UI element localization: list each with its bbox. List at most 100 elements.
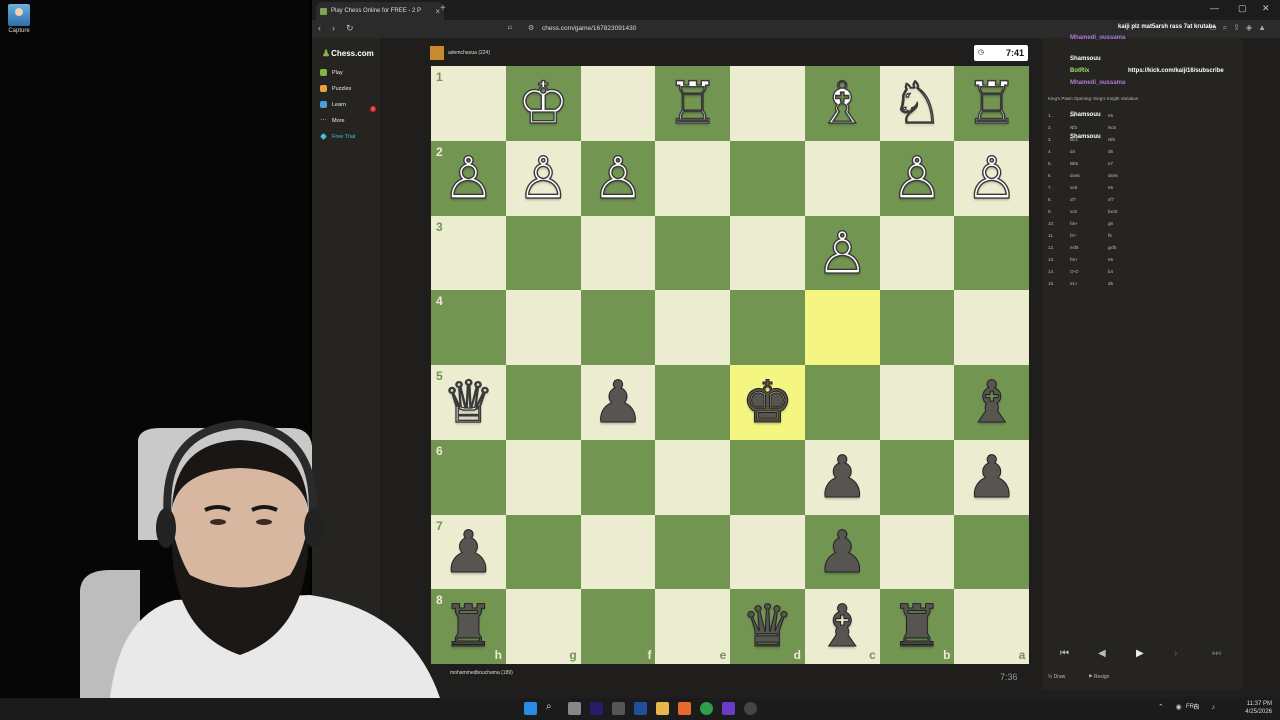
board-square[interactable]: [730, 215, 805, 291]
white-move[interactable]: h5+: [1070, 257, 1078, 262]
board-square[interactable]: [655, 365, 731, 440]
reload-icon[interactable]: ↻: [346, 23, 354, 34]
black-move[interactable]: d5: [1108, 281, 1113, 286]
black-move[interactable]: gxf5: [1108, 245, 1117, 250]
white-move[interactable]: e4: [1070, 113, 1075, 118]
task-view-icon[interactable]: [568, 702, 581, 715]
black-move[interactable]: d5: [1108, 149, 1113, 154]
white-move[interactable]: Bc4: [1070, 137, 1078, 142]
windows-start-icon[interactable]: [524, 702, 537, 715]
top-player-avatar[interactable]: [430, 46, 444, 60]
white-piece[interactable]: ♖: [655, 66, 730, 141]
black-move[interactable]: e6: [1108, 185, 1113, 190]
board-square[interactable]: [655, 140, 731, 216]
board-square[interactable]: [879, 365, 955, 440]
board-square[interactable]: [804, 140, 880, 216]
search-icon[interactable]: ⌕: [546, 701, 559, 714]
white-move[interactable]: xf7: [1070, 197, 1076, 202]
board-square[interactable]: [580, 215, 656, 291]
black-move[interactable]: f5: [1108, 233, 1112, 238]
premiere-icon[interactable]: [590, 702, 603, 715]
board-square[interactable]: [505, 365, 581, 440]
board-square[interactable]: [655, 439, 731, 515]
board-square[interactable]: [505, 215, 581, 291]
board-square[interactable]: [879, 290, 955, 366]
board-square[interactable]: [580, 439, 656, 515]
white-piece[interactable]: ♙: [581, 141, 656, 216]
board-square[interactable]: [580, 66, 656, 141]
black-move[interactable]: b4: [1108, 269, 1113, 274]
black-piece[interactable]: ♛: [730, 589, 805, 664]
white-move[interactable]: e1+: [1070, 281, 1078, 286]
resign-button[interactable]: ⚑ Resign: [1088, 674, 1109, 680]
sidebar-item-play[interactable]: Play: [320, 69, 343, 76]
board-square[interactable]: g: [505, 589, 581, 665]
language-indicator[interactable]: FRA: [1186, 703, 1198, 711]
discord-icon[interactable]: [722, 702, 735, 715]
previous-move-icon[interactable]: ◀: [1098, 648, 1106, 659]
back-icon[interactable]: ‹: [318, 23, 321, 33]
board-square[interactable]: [580, 514, 656, 590]
board-square[interactable]: [730, 514, 805, 590]
white-piece[interactable]: ♙: [805, 216, 880, 291]
black-move[interactable]: Nc6: [1108, 125, 1116, 130]
new-tab-icon[interactable]: +: [440, 3, 446, 14]
board-square[interactable]: [580, 290, 656, 366]
sidebar-item-free-trial[interactable]: Free Trial: [320, 133, 355, 140]
forward-move-icon[interactable]: ›: [1174, 648, 1177, 659]
black-piece[interactable]: ♟: [805, 515, 880, 590]
white-move[interactable]: xe5: [1070, 185, 1077, 190]
next-move-icon[interactable]: ▶: [1136, 648, 1144, 659]
black-piece[interactable]: ♚: [730, 365, 805, 440]
white-piece[interactable]: ♖: [954, 66, 1029, 141]
draw-button[interactable]: ½ Draw: [1048, 674, 1065, 680]
board-square[interactable]: [954, 290, 1030, 366]
black-move[interactable]: e5: [1108, 113, 1113, 118]
board-square[interactable]: [879, 439, 955, 515]
chess-board[interactable]: 1 2 3 4 5 6 7 8 h g f e d c b a ♔ ♖ ♗ ♘ ♖ ♙ ♙ ♙ ♙ ♙ ♙ ♕ ♟ ♚ ♝ ♟ ♟ ♟ ♟ ♜ ♛ ♝ ♜: [431, 66, 1030, 665]
board-square[interactable]: f: [580, 589, 656, 665]
board-square[interactable]: [730, 290, 805, 366]
top-player-name[interactable]: ademchaoua: [448, 50, 477, 56]
board-square[interactable]: [804, 365, 880, 440]
board-square[interactable]: [879, 514, 955, 590]
white-move[interactable]: dxe5: [1070, 173, 1080, 178]
board-square[interactable]: a: [954, 589, 1030, 665]
last-move-icon[interactable]: ⏭: [1212, 648, 1221, 659]
white-piece[interactable]: ♙: [954, 141, 1029, 216]
close-window-icon[interactable]: ✕: [1262, 3, 1270, 14]
bookmark-icon[interactable]: ⌑: [508, 24, 512, 32]
system-clock[interactable]: FRA 11:37 PM 4/25/2026: [1186, 700, 1272, 716]
white-move[interactable]: xc6: [1070, 209, 1077, 214]
black-piece[interactable]: ♟: [954, 440, 1029, 515]
obs-icon[interactable]: [744, 702, 757, 715]
extension-icons[interactable]: ▭⌕⇪◈▲: [1209, 23, 1272, 33]
sidebar-item-more[interactable]: ⋯ More: [320, 117, 345, 124]
black-move[interactable]: xf7: [1108, 197, 1114, 202]
black-move[interactable]: bxc6: [1108, 209, 1118, 214]
white-piece[interactable]: ♔: [506, 66, 581, 141]
board-square[interactable]: [655, 514, 731, 590]
white-piece[interactable]: ♙: [506, 141, 581, 216]
bottom-player-name[interactable]: mohammedbouchama: [450, 670, 500, 676]
white-move[interactable]: O-O: [1070, 269, 1079, 274]
white-move[interactable]: Nf3: [1070, 125, 1077, 130]
board-square[interactable]: e: [655, 589, 731, 665]
sidebar-item-learn[interactable]: Learn: [320, 101, 346, 108]
app-icon[interactable]: [612, 702, 625, 715]
black-move[interactable]: e6: [1108, 257, 1113, 262]
white-piece[interactable]: ♙: [431, 141, 506, 216]
white-piece[interactable]: ♗: [805, 66, 880, 141]
sidebar-item-puzzles[interactable]: Puzzles: [320, 85, 351, 92]
desktop-icon-capture[interactable]: Capture: [6, 4, 32, 34]
black-move[interactable]: g6: [1108, 221, 1113, 226]
board-square[interactable]: [505, 514, 581, 590]
black-piece[interactable]: ♝: [954, 365, 1029, 440]
board-square[interactable]: 1: [431, 66, 506, 141]
black-move[interactable]: dxe5: [1108, 173, 1118, 178]
browser-tab[interactable]: Play Chess Online for FREE - 2 P ×: [316, 2, 444, 20]
black-move[interactable]: e7: [1108, 161, 1113, 166]
board-square[interactable]: [505, 439, 581, 515]
board-square[interactable]: [730, 140, 805, 216]
brave-browser-icon[interactable]: [678, 702, 691, 715]
